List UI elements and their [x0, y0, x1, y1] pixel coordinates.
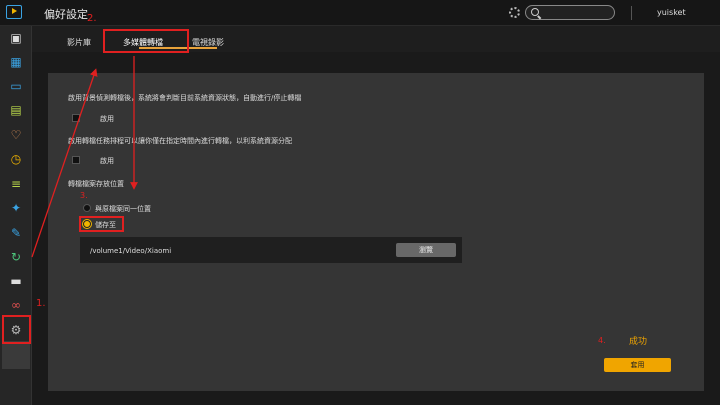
annotation-box-save-to — [79, 216, 124, 232]
annotation-box-settings — [2, 315, 31, 344]
annotation-step-1: 1. — [36, 298, 46, 309]
sidebar-active-highlight — [2, 341, 30, 369]
top-bar: 偏好設定 yuisket — [0, 0, 720, 26]
schedule-description: 啟用轉檔任務排程可以讓你僅在指定時間內進行轉檔，以利系統資源分配 — [68, 137, 292, 145]
satellite-icon[interactable]: ✎ — [8, 225, 24, 241]
dashboard-icon[interactable]: ▣ — [8, 30, 24, 46]
browse-button[interactable]: 瀏覽 — [396, 243, 456, 257]
path-field: /volume1/Video/Xiaomi 瀏覽 — [80, 237, 462, 263]
divider — [631, 6, 632, 20]
refresh-icon[interactable]: ↻ — [8, 249, 24, 265]
page-title: 偏好設定 — [44, 8, 88, 21]
radio-same-location-label: 與原檔案同一位置 — [95, 205, 151, 213]
annotation-box-tab — [103, 29, 189, 53]
search-input[interactable] — [525, 5, 615, 20]
schedule-checkbox-label: 啟用 — [100, 157, 114, 165]
tab-video-library[interactable]: 影片庫 — [67, 37, 91, 48]
auto-convert-checkbox-label: 啟用 — [100, 115, 114, 123]
annotation-step-4: 4. — [598, 336, 606, 345]
loading-spinner-icon — [509, 7, 520, 18]
film-icon[interactable]: ▦ — [8, 54, 24, 70]
path-value: /volume1/Video/Xiaomi — [90, 247, 172, 255]
annotation-step-3: 3. — [80, 191, 88, 200]
record-icon[interactable]: ∞ — [8, 297, 24, 313]
folder-icon[interactable]: ▬ — [8, 273, 24, 289]
annotation-step-2: 2. — [87, 13, 97, 24]
app-logo-icon[interactable] — [6, 5, 22, 19]
schedule-checkbox[interactable] — [72, 156, 80, 164]
clock-icon[interactable]: ◷ — [8, 151, 24, 167]
auto-convert-checkbox[interactable] — [72, 114, 80, 122]
annotation-success: 成功 — [629, 337, 648, 347]
auto-convert-description: 啟用背景偵測轉檔後，系統將會判斷目前系統資源狀態，自動進行/停止轉檔 — [68, 94, 302, 102]
username[interactable]: yuisket — [657, 8, 686, 17]
list-icon[interactable]: ≡ — [8, 176, 24, 192]
tv-icon[interactable]: ▭ — [8, 78, 24, 94]
search-icon — [531, 8, 539, 16]
location-label: 轉檔檔案存放位置 — [68, 180, 124, 188]
collection-icon[interactable]: ▤ — [8, 102, 24, 118]
apply-button[interactable]: 套用 — [604, 358, 671, 372]
radio-same-location[interactable] — [83, 204, 91, 212]
heart-icon[interactable]: ♡ — [8, 127, 24, 143]
pin-icon[interactable]: ✦ — [8, 200, 24, 216]
